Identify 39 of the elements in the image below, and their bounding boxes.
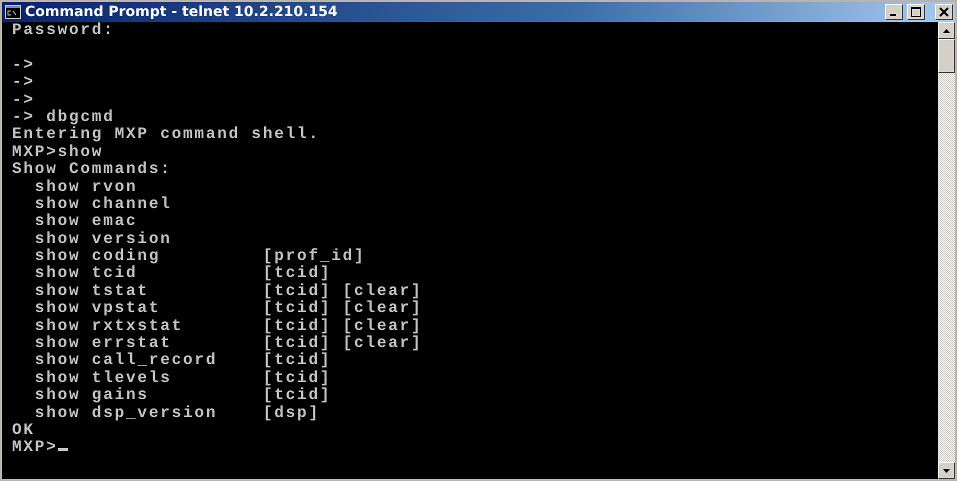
terminal-line: Show Commands: xyxy=(12,161,173,179)
terminal-line: -> dbgcmd xyxy=(12,108,116,126)
terminal-line: show channel xyxy=(34,196,173,213)
terminal-line: Password: xyxy=(12,22,116,40)
text-cursor xyxy=(58,448,68,452)
terminal-line: show rxtxstat [tcid] [clear] xyxy=(34,318,424,335)
terminal-line: show emac xyxy=(34,213,138,231)
terminal-line: MXP>show xyxy=(12,144,104,161)
scroll-up-button[interactable] xyxy=(938,22,955,39)
window-title: Command Prompt - telnet 10.2.210.154 xyxy=(25,4,339,20)
terminal-line: show coding [prof_id] xyxy=(34,248,366,266)
terminal-line: show rvon xyxy=(34,178,138,196)
terminal-line: show gains [tcid] xyxy=(34,387,332,405)
terminal-line: show dsp_version [dsp] xyxy=(34,404,321,422)
terminal-line: -> xyxy=(12,92,36,109)
up-arrow-icon xyxy=(943,28,950,32)
terminal-line: show tcid [tcid] xyxy=(34,265,332,283)
terminal-line: show tlevels [tcid] xyxy=(34,370,332,387)
terminal-line: Entering MXP command shell. xyxy=(12,126,321,144)
maximize-icon xyxy=(911,7,921,17)
terminal-line: show version xyxy=(34,230,173,248)
terminal-line: show tstat [tcid] [clear] xyxy=(34,282,424,300)
scroll-down-button[interactable] xyxy=(938,462,955,479)
terminal-line: -> xyxy=(12,56,36,74)
down-arrow-icon xyxy=(943,468,950,472)
terminal-line: show call_record [tcid] xyxy=(34,352,332,370)
console-icon xyxy=(5,5,21,19)
maximize-button[interactable] xyxy=(907,4,925,20)
terminal-line: -> xyxy=(12,74,36,92)
vertical-scrollbar[interactable] xyxy=(938,22,955,479)
close-icon xyxy=(939,7,949,17)
terminal-line: show errstat [tcid] [clear] xyxy=(34,335,424,352)
minimize-icon xyxy=(890,14,896,16)
close-button[interactable] xyxy=(935,4,953,20)
minimize-button[interactable] xyxy=(885,4,903,20)
scroll-thumb[interactable] xyxy=(938,39,955,73)
terminal-prompt: MXP> xyxy=(12,438,58,456)
terminal-line: show vpstat [tcid] [clear] xyxy=(34,300,424,318)
terminal-line: OK xyxy=(12,422,36,440)
